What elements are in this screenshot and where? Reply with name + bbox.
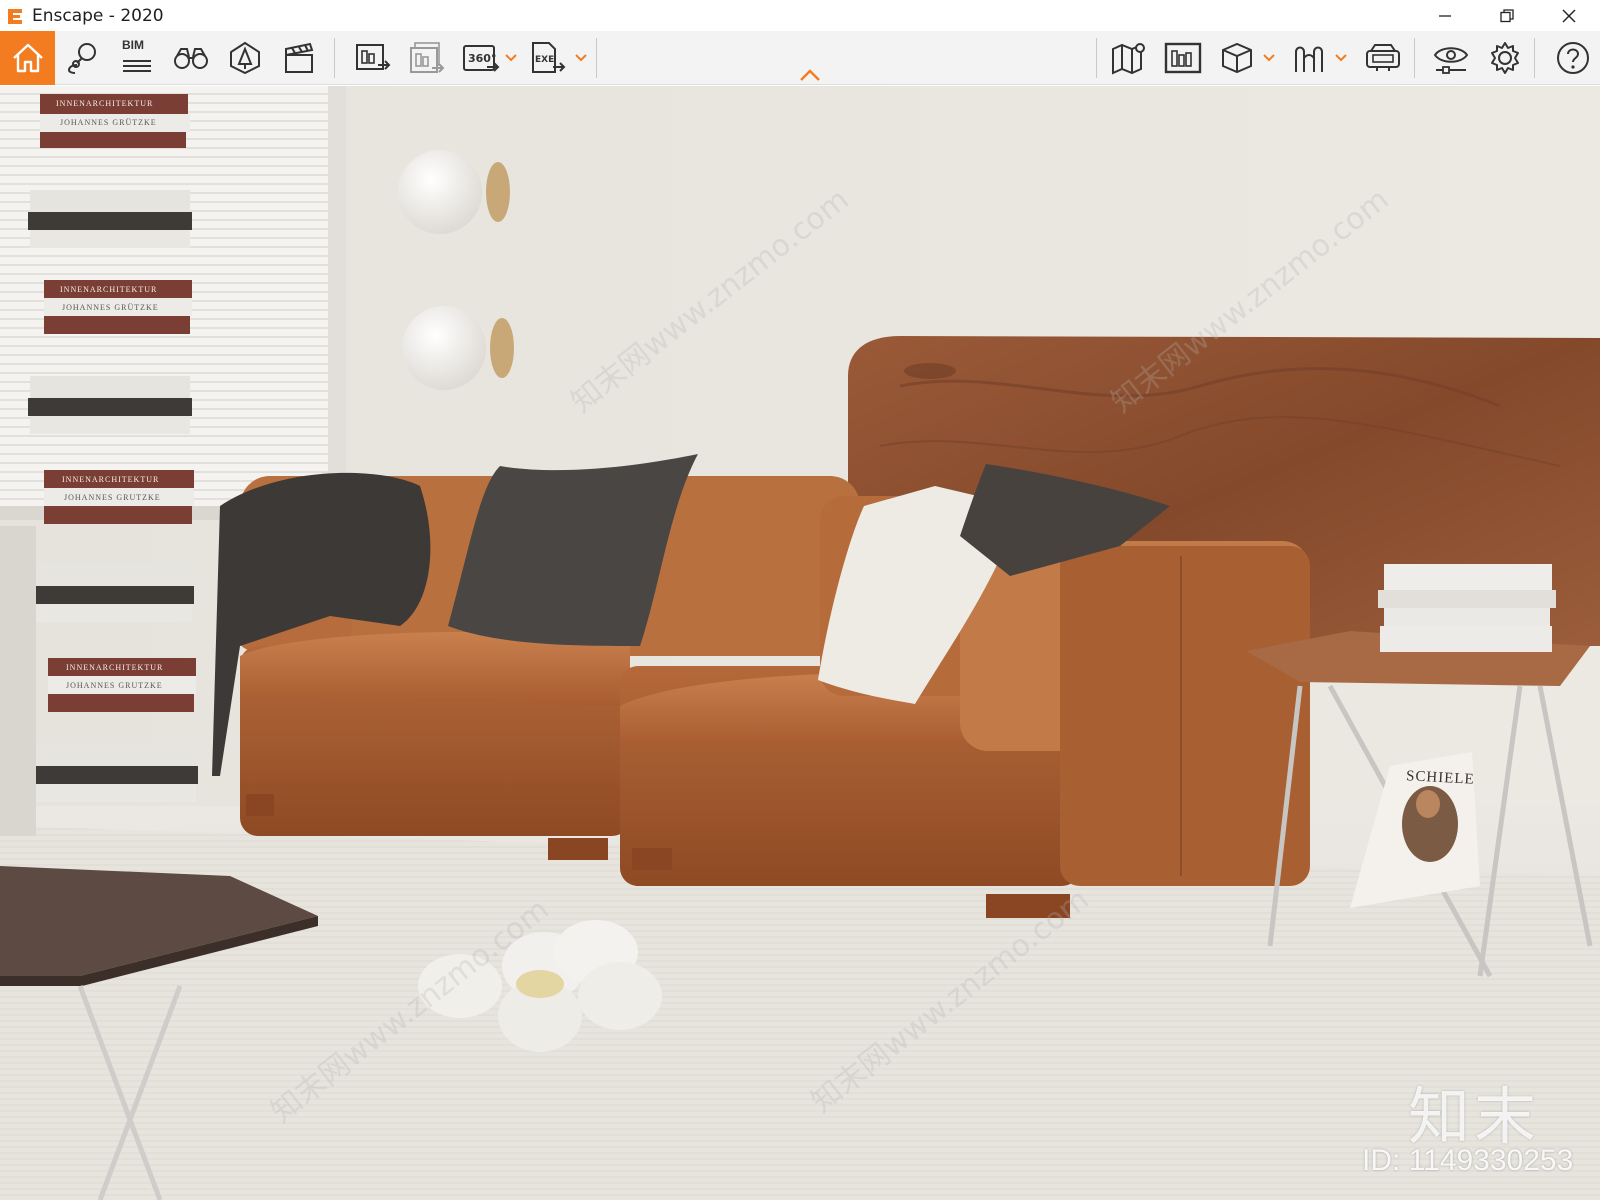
gear-icon	[1491, 42, 1519, 74]
panorama-dropdown[interactable]	[504, 51, 518, 65]
visual-settings-button[interactable]	[1426, 34, 1476, 82]
view-mode-button[interactable]	[1212, 34, 1262, 82]
book-spine-label: JOHANNES GRUTZKE	[66, 681, 163, 690]
restore-icon	[1500, 8, 1514, 22]
map-pin-icon	[67, 43, 96, 74]
book-spine-label: JOHANNES GRUTZKE	[64, 493, 161, 502]
book-spine-label: INNENARCHITEKTUR	[60, 285, 158, 294]
book-spine-label: INNENARCHITEKTUR	[62, 475, 160, 484]
help-icon	[1557, 42, 1589, 74]
panorama-360-icon: 360°	[463, 45, 500, 72]
batch-render-icon	[410, 42, 445, 73]
chevron-up-icon	[800, 69, 820, 81]
walk-mode-button[interactable]	[1284, 34, 1334, 82]
toolbar-separator	[1534, 38, 1535, 78]
panorama-label: 360°	[468, 52, 496, 65]
material-editor-button[interactable]	[1158, 34, 1208, 82]
eye-settings-icon	[1433, 47, 1469, 74]
vr-headset-button[interactable]	[1358, 34, 1408, 82]
close-button[interactable]	[1538, 0, 1600, 31]
vr-headset-icon	[1366, 44, 1400, 71]
binoculars-icon	[174, 48, 208, 69]
batch-render-button[interactable]	[402, 34, 452, 82]
clapperboard-icon	[285, 42, 314, 73]
toolbar-separator	[596, 38, 597, 78]
book-spine-label: JOHANNES GRÜTZKE	[60, 118, 157, 127]
toolbar-separator	[1096, 38, 1097, 78]
map-button[interactable]	[1104, 34, 1154, 82]
bim-label: BIM	[122, 38, 144, 52]
material-editor-icon	[1164, 42, 1202, 74]
cube-icon	[1222, 42, 1252, 74]
walk-mode-dropdown[interactable]	[1334, 51, 1348, 65]
view-mode-dropdown[interactable]	[1262, 51, 1276, 65]
enscape-logo-icon	[4, 5, 26, 27]
render-screenshot-icon	[356, 44, 391, 70]
assets-button[interactable]	[220, 34, 270, 82]
watermark-id: ID: 1149330253	[1362, 1144, 1574, 1177]
book-spine-label: INNENARCHITEKTUR	[56, 99, 154, 108]
settings-button[interactable]	[1480, 34, 1530, 82]
title-bar: Enscape - 2020	[0, 0, 1600, 31]
chevron-down-icon	[505, 54, 517, 62]
home-icon	[12, 43, 43, 73]
video-editor-button[interactable]	[274, 34, 324, 82]
location-button[interactable]	[58, 34, 108, 82]
panorama-button[interactable]: 360°	[456, 34, 506, 82]
toolbar-separator	[1414, 38, 1415, 78]
export-exe-label: EXE	[535, 55, 554, 65]
enscape-window: Enscape - 2020 BIM 360° EXE INNENARCHITE…	[0, 0, 1600, 1200]
window-title: Enscape - 2020	[32, 5, 164, 26]
export-exe-button[interactable]: EXE	[522, 34, 572, 82]
views-button[interactable]	[166, 34, 216, 82]
close-icon	[1562, 9, 1576, 22]
map-icon	[1112, 43, 1145, 75]
window-controls	[1414, 0, 1600, 31]
help-button[interactable]	[1548, 34, 1598, 82]
screenshot-button[interactable]	[348, 34, 398, 82]
asset-library-icon	[230, 41, 260, 75]
minimize-icon	[1439, 14, 1451, 17]
export-dropdown[interactable]	[574, 51, 588, 65]
enscape-toolbar: BIM 360° EXE	[0, 31, 1600, 85]
restore-button[interactable]	[1476, 0, 1538, 31]
chevron-down-icon	[1263, 54, 1275, 62]
export-exe-icon: EXE	[532, 42, 566, 73]
chevron-down-icon	[1335, 54, 1347, 62]
people-icon	[1295, 46, 1323, 72]
chevron-down-icon	[575, 54, 587, 62]
minimize-button[interactable]	[1414, 0, 1476, 31]
render-viewport[interactable]: INNENARCHITEKTUR JOHANNES GRÜTZKE INNENA…	[0, 86, 1600, 1200]
bim-button[interactable]: BIM	[112, 34, 162, 82]
home-button[interactable]	[0, 31, 55, 85]
book-spine-label: JOHANNES GRÜTZKE	[62, 303, 159, 312]
book-spine-label: INNENARCHITEKTUR	[66, 663, 164, 672]
watermark-logo: 知末	[1408, 1080, 1541, 1153]
collapse-toolbar-button[interactable]	[796, 67, 824, 81]
magazine-title: SCHIELE	[1405, 768, 1476, 788]
toolbar-separator	[334, 38, 335, 78]
